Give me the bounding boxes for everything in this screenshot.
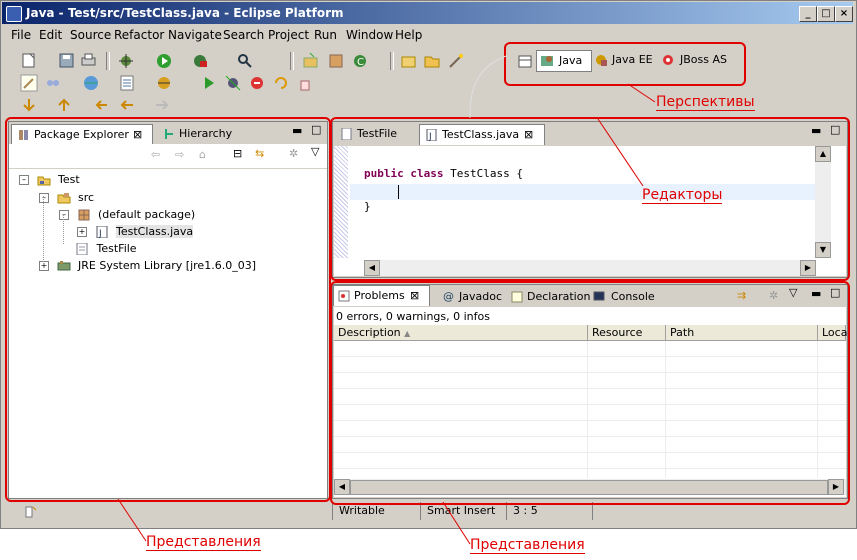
new-icon[interactable] xyxy=(20,52,38,70)
views-bottom-highlight xyxy=(330,281,850,505)
back-history-icon[interactable] xyxy=(93,96,111,114)
editors-highlight xyxy=(330,117,850,281)
new-package-icon[interactable] xyxy=(327,52,345,70)
svg-text:C: C xyxy=(357,57,364,68)
arrow-up-icon[interactable] xyxy=(55,96,73,114)
resume-icon[interactable] xyxy=(200,74,218,92)
annotation-editors: Редакторы xyxy=(642,187,723,204)
menu-window[interactable]: Window xyxy=(346,28,393,42)
print-icon[interactable] xyxy=(80,52,98,70)
save-icon[interactable] xyxy=(58,52,76,70)
fast-view-icon[interactable] xyxy=(24,504,38,518)
run-icon[interactable] xyxy=(155,52,173,70)
menu-edit[interactable]: Edit xyxy=(39,28,62,42)
external-tools-icon[interactable] xyxy=(191,52,209,70)
new-project-icon[interactable] xyxy=(302,52,320,70)
debug-icon[interactable] xyxy=(117,52,135,70)
hand-icon[interactable] xyxy=(296,74,314,92)
terminate-icon[interactable] xyxy=(248,74,266,92)
task-list-icon[interactable] xyxy=(118,74,136,92)
menu-file[interactable]: File xyxy=(11,28,31,42)
new-class-icon[interactable]: C xyxy=(351,52,369,70)
globe-icon[interactable] xyxy=(82,74,100,92)
menu-help[interactable]: Help xyxy=(395,28,422,42)
close-button[interactable]: × xyxy=(835,6,853,22)
link-icon[interactable] xyxy=(44,74,62,92)
toolbar-separator xyxy=(106,52,110,70)
menu-run[interactable]: Run xyxy=(314,28,337,42)
toolbar-separator xyxy=(390,52,394,70)
menu-search[interactable]: Search xyxy=(223,28,264,42)
window-title: Java - Test/src/TestClass.java - Eclipse… xyxy=(26,6,344,20)
perspectives-highlight xyxy=(504,42,746,86)
arrow-down-icon[interactable] xyxy=(20,96,38,114)
refresh-icon[interactable] xyxy=(272,74,290,92)
open-type-icon[interactable] xyxy=(400,52,418,70)
toggle-mark-icon[interactable] xyxy=(20,74,38,92)
forward-icon[interactable] xyxy=(153,96,171,114)
annotation-views-left: Представления xyxy=(146,534,261,551)
search-icon[interactable] xyxy=(236,52,254,70)
annotation-perspectives: Перспективы xyxy=(656,94,755,111)
title-bar: Java - Test/src/TestClass.java - Eclipse… xyxy=(2,2,853,24)
menu-refactor[interactable]: Refactor xyxy=(114,28,164,42)
step-icon[interactable] xyxy=(224,74,242,92)
menu-navigate[interactable]: Navigate xyxy=(168,28,222,42)
debug-config-icon[interactable] xyxy=(155,74,173,92)
toolbar-separator xyxy=(290,52,294,70)
menu-source[interactable]: Source xyxy=(70,28,111,42)
open-folder-icon[interactable] xyxy=(423,52,441,70)
menu-project[interactable]: Project xyxy=(268,28,309,42)
annotation-views-bottom: Представления xyxy=(470,537,585,554)
back-icon[interactable] xyxy=(118,96,136,114)
minimize-button[interactable]: _ xyxy=(799,6,817,22)
wand-icon[interactable] xyxy=(447,52,465,70)
toolbar-area: C xyxy=(0,48,500,118)
views-left-highlight xyxy=(5,117,331,502)
eclipse-app-icon xyxy=(6,6,22,22)
maximize-button[interactable]: □ xyxy=(817,6,835,22)
